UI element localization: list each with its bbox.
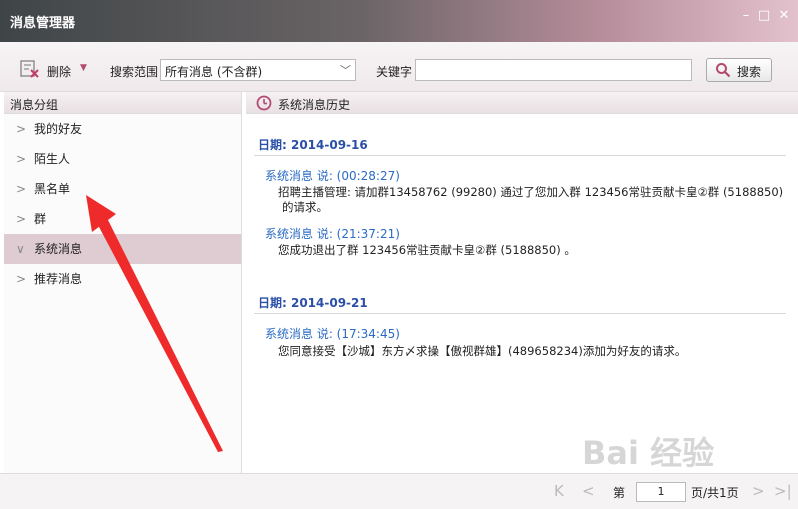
page-total: 页/共1页: [691, 486, 739, 500]
maximize-button[interactable]: □: [756, 8, 772, 24]
message-body: 招聘主播管理: 请加群13458762 (99280) 通过了您加入群 1234…: [278, 185, 784, 199]
sidebar-item-label: 黑名单: [34, 182, 71, 196]
search-icon: [715, 62, 731, 81]
last-page-icon[interactable]: >|: [774, 482, 792, 500]
clock-icon: [256, 95, 272, 114]
title-bar: 消息管理器 – □ ✕: [0, 0, 798, 42]
sidebar-title: 消息分组: [4, 92, 241, 114]
date-heading: 日期: 2014-09-21: [258, 296, 368, 310]
keyword-label: 关键字: [376, 65, 413, 79]
delete-dropdown-icon[interactable]: ▼: [80, 63, 87, 73]
divider: [254, 155, 786, 156]
message-history-title: 系统消息历史: [278, 98, 351, 112]
chevron-right-icon: >: [16, 182, 27, 196]
message-body: 您成功退出了群 123456常驻贡献卡皇②群 (5188850) 。: [278, 243, 576, 257]
delete-button[interactable]: 删除: [47, 63, 71, 80]
keyword-input[interactable]: [415, 59, 692, 81]
chevron-right-icon: >: [16, 152, 27, 166]
message-header: 系统消息 说: (00:28:27): [265, 169, 400, 183]
next-page-icon[interactable]: >: [752, 482, 765, 500]
divider: [254, 313, 786, 314]
scope-label: 搜索范围: [110, 65, 159, 79]
chevron-right-icon: >: [16, 272, 27, 286]
sidebar-item-label: 群: [34, 212, 47, 226]
sidebar-item-label: 推荐消息: [34, 272, 83, 286]
delete-icon[interactable]: [20, 60, 40, 81]
sidebar-item-friends[interactable]: > 我的好友: [4, 114, 241, 144]
scope-select[interactable]: 所有消息 (不含群) ﹀: [160, 59, 356, 81]
sidebar-item-label: 系统消息: [34, 242, 83, 256]
close-button[interactable]: ✕: [776, 8, 792, 24]
watermark-logo: Bai 经验: [582, 434, 715, 472]
minimize-button[interactable]: –: [738, 8, 754, 24]
sidebar: 消息分组 > 我的好友 > 陌生人 > 黑名单 > 群 ∨ 系统消息 > 推荐消…: [4, 92, 242, 473]
page-prefix: 第: [613, 486, 626, 500]
sidebar-item-label: 陌生人: [34, 152, 71, 166]
chevron-right-icon: >: [16, 122, 27, 136]
first-page-icon[interactable]: K: [554, 482, 564, 500]
chevron-down-icon: ﹀: [340, 64, 351, 77]
message-body: 您同意接受【沙城】东方〆求操【傲视群雄】(489658234)添加为好友的请求。: [278, 344, 687, 358]
scope-select-value: 所有消息 (不含群): [165, 65, 263, 79]
sidebar-item-strangers[interactable]: > 陌生人: [4, 144, 241, 174]
search-button-label: 搜索: [737, 65, 762, 79]
search-button[interactable]: 搜索: [706, 58, 772, 82]
message-body-continued: 的请求。: [282, 200, 328, 214]
sidebar-item-system-messages[interactable]: ∨ 系统消息: [4, 234, 241, 264]
sidebar-item-label: 我的好友: [34, 122, 83, 136]
page-number-input[interactable]: 1: [636, 482, 686, 502]
sidebar-item-recommended[interactable]: > 推荐消息: [4, 264, 241, 294]
message-header: 系统消息 说: (17:34:45): [265, 327, 400, 341]
message-header: 系统消息 说: (21:37:21): [265, 227, 400, 241]
chevron-right-icon: >: [16, 212, 27, 226]
window-title: 消息管理器: [10, 16, 76, 31]
prev-page-icon[interactable]: <: [582, 482, 595, 500]
chevron-down-icon: ∨: [16, 242, 25, 256]
sidebar-item-blacklist[interactable]: > 黑名单: [4, 174, 241, 204]
date-heading: 日期: 2014-09-16: [258, 138, 368, 152]
message-history-header: 系统消息历史: [246, 92, 798, 114]
sidebar-item-groups[interactable]: > 群: [4, 204, 241, 234]
